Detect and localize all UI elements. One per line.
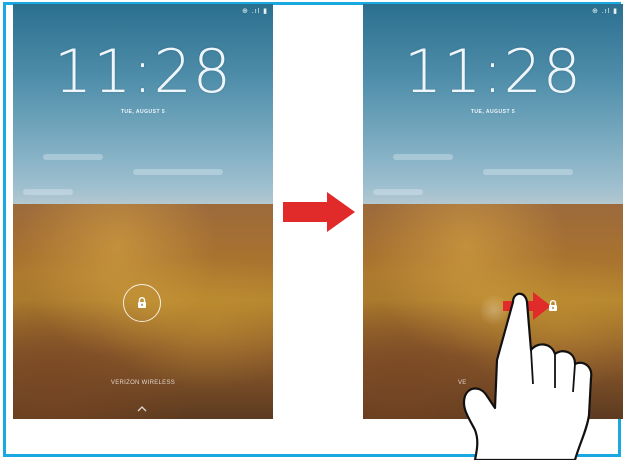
clock: 11:28	[54, 37, 232, 107]
arrow-right-icon	[283, 192, 355, 232]
cloud	[393, 154, 453, 160]
hand-swipe-icon	[462, 292, 593, 460]
lockscreen-before: ⊕ .ıl ▮ 11:28 TUE, AUGUST 5 VERIZON WIRE…	[13, 4, 273, 419]
cloud	[23, 189, 73, 195]
lock-icon	[138, 297, 146, 308]
cloud	[373, 189, 423, 195]
status-bar: ⊕ .ıl ▮	[591, 8, 618, 15]
chevron-up-icon[interactable]	[137, 406, 147, 412]
clock: 11:28	[404, 37, 582, 107]
cloud	[133, 169, 223, 175]
cloud	[43, 154, 103, 160]
status-bar: ⊕ .ıl ▮	[241, 8, 268, 15]
date-label: TUE, AUGUST 5	[120, 109, 166, 115]
cloud	[483, 169, 573, 175]
date-label: TUE, AUGUST 5	[470, 109, 516, 115]
carrier-label: VERIZON WIRELESS	[110, 380, 176, 386]
